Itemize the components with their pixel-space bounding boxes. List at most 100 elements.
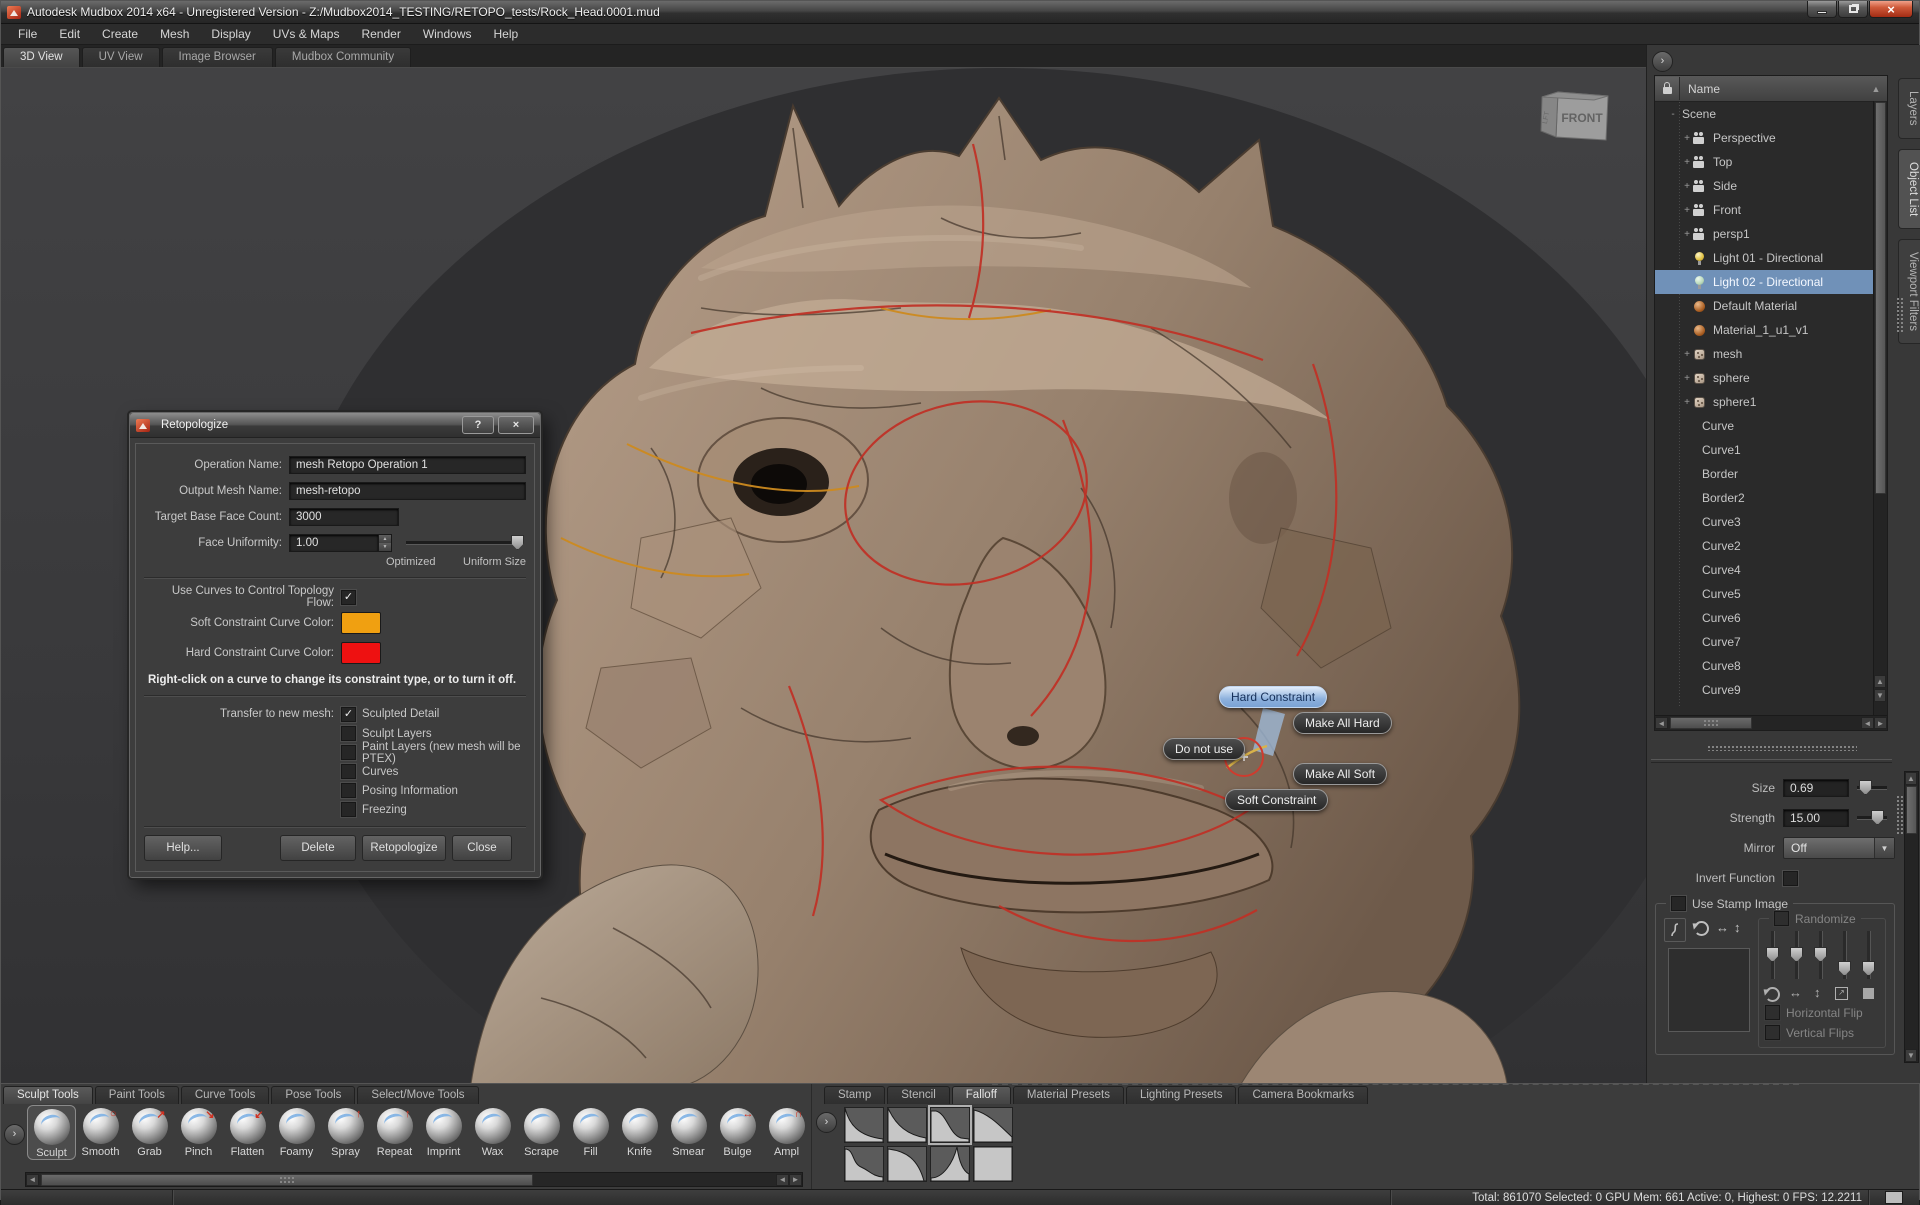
tab-falloff[interactable]: Falloff [952,1086,1011,1104]
scroll-left-icon[interactable]: ◄ [776,1174,789,1186]
retopologize-dialog[interactable]: Retopologize ? × Operation Name: mesh Re… [129,412,541,878]
tree-row-curve2[interactable]: Curve2 [1655,534,1887,558]
slider-handle[interactable] [1814,947,1827,962]
tool-scrape[interactable]: Scrape [517,1105,566,1160]
soft-constraint-color-swatch[interactable] [341,612,381,634]
stepper-up-icon[interactable]: ▲ [379,535,391,543]
stepper-down-icon[interactable]: ▼ [379,543,391,551]
marking-menu-soft-constraint[interactable]: Soft Constraint [1225,789,1328,811]
expand-toggle[interactable]: + [1681,205,1693,216]
hard-constraint-color-swatch[interactable] [341,642,381,664]
tool-flatten[interactable]: ↙Flatten [223,1105,272,1160]
tool-bulge[interactable]: ↔Bulge [713,1105,762,1160]
view-cube[interactable]: FRONT LFT [1534,80,1614,154]
falloff-preset-0[interactable] [844,1107,884,1143]
tree-row-light01[interactable]: Light 01 - Directional [1655,246,1887,270]
slider-handle[interactable] [1838,961,1851,976]
stamp-preview[interactable] [1668,948,1750,1032]
scrollbar-thumb[interactable] [41,1174,533,1186]
scroll-left-icon[interactable]: ◄ [1655,717,1668,729]
slider-handle[interactable] [1766,947,1779,962]
tool-tray-scrollbar[interactable]: ◄ ◄ ► [25,1172,803,1187]
randomize-slider-2[interactable] [1795,931,1799,979]
tree-row-light02-selected[interactable]: Light 02 - Directional [1655,270,1887,294]
restore-button[interactable] [1838,1,1868,18]
tab-object-list[interactable]: Object List [1898,149,1920,229]
presets-collapse-button[interactable]: › [816,1112,837,1133]
face-uniformity-stepper[interactable]: ▲▼ [379,534,392,552]
tool-pinch[interactable]: ↘Pinch [174,1105,223,1160]
face-count-input[interactable]: 3000 [289,508,399,526]
scroll-down-icon[interactable]: ▼ [1874,689,1886,702]
scroll-left-icon[interactable]: ◄ [26,1174,39,1186]
3d-viewport[interactable]: FRONT LFT Hard Constraint Make All Hard … [1,68,1646,1084]
posing-information-checkbox[interactable] [341,783,356,798]
expand-toggle[interactable]: + [1681,373,1693,384]
tree-row-side[interactable]: +Side [1655,174,1887,198]
tab-uv-view[interactable]: UV View [82,47,160,67]
tree-row-sphere1[interactable]: +sphere1 [1655,390,1887,414]
panel-collapse-button[interactable]: › [1652,51,1673,72]
lock-column-button[interactable] [1655,77,1680,100]
delete-button[interactable]: Delete [280,835,356,861]
tree-row-curve7[interactable]: Curve7 [1655,630,1887,654]
operation-name-input[interactable]: mesh Retopo Operation 1 [289,456,526,474]
tree-row-border[interactable]: Border [1655,462,1887,486]
tab-curve-tools[interactable]: Curve Tools [181,1086,270,1104]
tab-stamp[interactable]: Stamp [824,1086,885,1104]
tree-row-top[interactable]: +Top [1655,150,1887,174]
sculpted-detail-checkbox[interactable]: ✓ [341,707,356,722]
title-bar[interactable]: Autodesk Mudbox 2014 x64 - Unregistered … [1,1,1919,24]
curves-checkbox[interactable] [341,764,356,779]
marking-menu-hard-constraint[interactable]: Hard Constraint [1219,686,1327,708]
scroll-left-icon[interactable]: ◄ [1861,717,1874,729]
freezing-checkbox[interactable] [341,802,356,817]
marking-menu-make-all-soft[interactable]: Make All Soft [1293,763,1387,785]
scroll-right-icon[interactable]: ► [789,1174,802,1186]
expand-toggle[interactable]: + [1681,157,1693,168]
tree-row-curve9[interactable]: Curve9 [1655,678,1887,702]
tree-horizontal-scrollbar[interactable]: ◄ ◄ ► [1655,715,1887,730]
randomize-checkbox[interactable] [1774,911,1789,926]
horizontal-flip-checkbox[interactable] [1765,1005,1780,1020]
tool-smear[interactable]: Smear [664,1105,713,1160]
panel-splitter[interactable] [1707,745,1857,751]
tree-resize-grip[interactable] [1896,297,1904,333]
tree-row-sphere[interactable]: +sphere [1655,366,1887,390]
paint-layers-checkbox[interactable] [341,745,356,760]
randomize-slider-4[interactable] [1843,931,1847,979]
falloff-preset-5[interactable] [887,1146,927,1182]
tool-spray[interactable]: ↑Spray [321,1105,370,1160]
tree-row-border2[interactable]: Border2 [1655,486,1887,510]
expand-toggle[interactable]: + [1681,133,1693,144]
tree-row-material1[interactable]: Material_1_u1_v1 [1655,318,1887,342]
slider-handle[interactable] [1790,947,1803,962]
tree-vertical-scrollbar[interactable]: ▲ ▼ [1873,101,1887,715]
properties-scrollbar[interactable]: ▲ ▼ [1904,771,1919,1063]
stamp-curve-button[interactable] [1664,918,1686,942]
falloff-preset-7[interactable] [973,1146,1013,1182]
expand-toggle[interactable]: + [1681,397,1693,408]
use-curves-checkbox[interactable]: ✓ [341,590,356,605]
marking-menu-do-not-use[interactable]: Do not use [1163,738,1245,760]
menu-help[interactable]: Help [483,25,530,43]
marking-menu-make-all-hard[interactable]: Make All Hard [1293,712,1392,734]
falloff-preset-3[interactable] [973,1107,1013,1143]
tree-row-scene[interactable]: -Scene [1655,102,1887,126]
expand-toggle[interactable]: - [1667,109,1679,120]
tab-sculpt-tools[interactable]: Sculpt Tools [3,1086,93,1104]
scroll-right-icon[interactable]: ► [1874,717,1887,729]
stamp-rotate-icon[interactable] [1694,921,1709,939]
tool-sculpt[interactable]: Sculpt [27,1105,76,1160]
menu-create[interactable]: Create [91,25,149,43]
tool-smooth[interactable]: ○Smooth [76,1105,125,1160]
use-stamp-image-checkbox[interactable] [1671,896,1686,911]
falloff-preset-4[interactable] [844,1146,884,1182]
minimize-button[interactable] [1807,1,1837,18]
face-uniformity-slider[interactable] [406,541,522,545]
tool-repeat[interactable]: ↑Repeat [370,1105,419,1160]
size-slider[interactable] [1857,786,1887,790]
randomize-export-icon[interactable]: ↗ [1835,987,1848,1000]
tool-imprint[interactable]: Imprint [419,1105,468,1160]
tool-wax[interactable]: Wax [468,1105,517,1160]
